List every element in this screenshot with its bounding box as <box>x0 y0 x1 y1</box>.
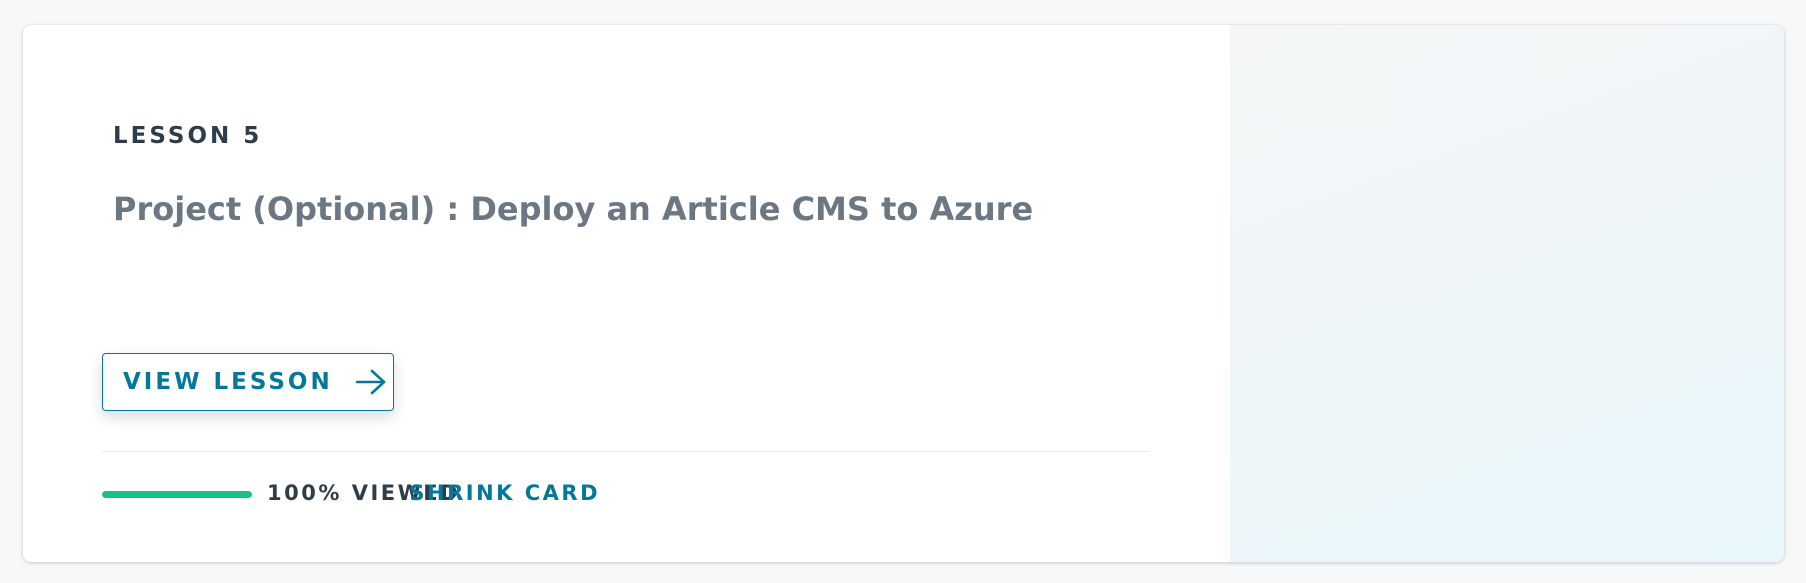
lesson-card: LESSON 5 Project (Optional) : Deploy an … <box>23 25 1784 562</box>
shrink-card-link[interactable]: SHRINK CARD <box>409 481 600 505</box>
lesson-card-image-panel <box>1230 25 1784 562</box>
lesson-title: Project (Optional) : Deploy an Article C… <box>113 190 1034 228</box>
arrow-right-icon <box>355 368 387 396</box>
view-lesson-label: VIEW LESSON <box>123 369 333 395</box>
view-lesson-button[interactable]: VIEW LESSON <box>102 353 394 411</box>
progress-bar-fill <box>102 491 252 498</box>
lesson-card-body: LESSON 5 Project (Optional) : Deploy an … <box>23 25 1230 562</box>
card-divider <box>102 451 1150 452</box>
progress-bar <box>102 491 252 498</box>
lesson-number: LESSON 5 <box>113 123 263 149</box>
